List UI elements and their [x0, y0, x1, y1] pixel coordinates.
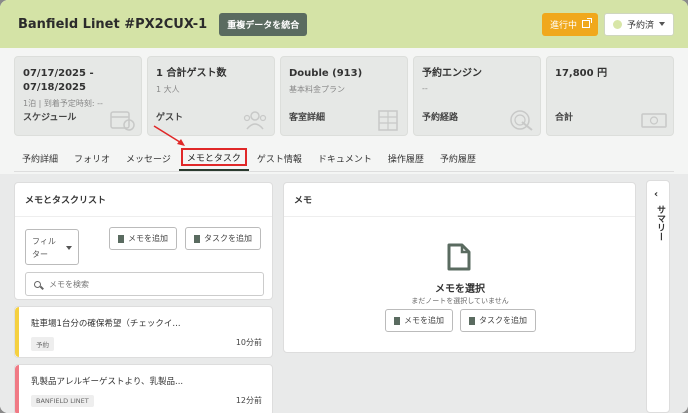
- card-label: 客室詳細: [289, 113, 326, 123]
- add-task-button[interactable]: タスクを追加: [460, 309, 536, 332]
- tab-activity-log[interactable]: 操作履歴: [380, 146, 432, 171]
- merge-duplicates-button[interactable]: 重複データを統合: [219, 12, 308, 36]
- summary-card-schedule[interactable]: 07/17/2025 - 07/18/2025 1泊 | 到着予定時刻: -- …: [14, 56, 142, 136]
- card-main: 17,800 円: [555, 68, 608, 79]
- summary-card-room[interactable]: Double (913) 基本料金プラン 客室詳細: [280, 56, 408, 136]
- calendar-icon: [110, 111, 135, 131]
- card-main: 予約エンジン: [422, 68, 482, 79]
- card-label: 予約経路: [422, 113, 459, 123]
- task-icon: [194, 234, 200, 243]
- in-progress-button[interactable]: 進行中: [541, 12, 598, 36]
- note-tag: 予約: [31, 337, 54, 351]
- note-time: 12分前: [235, 396, 262, 405]
- tab-reservation-history[interactable]: 予約履歴: [432, 146, 484, 171]
- note-tag: BANFIELD LINET: [31, 395, 94, 407]
- tab-messages[interactable]: メッセージ: [118, 146, 179, 171]
- chevron-down-icon: [66, 246, 72, 250]
- chevron-left-icon: ‹: [654, 189, 659, 200]
- empty-state-title: メモを選択: [435, 284, 485, 295]
- reservation-header: Banfield Linet #PX2CUX-1 重複データを統合 進行中 予約…: [0, 0, 688, 48]
- room-icon: [378, 110, 398, 131]
- card-sub: 基本料金プラン: [289, 85, 345, 94]
- in-progress-label: 進行中: [549, 20, 577, 31]
- reservation-window: Banfield Linet #PX2CUX-1 重複データを統合 進行中 予約…: [0, 0, 688, 413]
- search-icon: [34, 280, 41, 288]
- reservation-state-select[interactable]: 予約済: [603, 12, 674, 36]
- panel-title: メモとタスクリスト: [15, 183, 272, 217]
- tab-documents[interactable]: ドキュメント: [310, 146, 380, 171]
- add-note-label: メモを追加: [128, 234, 168, 243]
- tab-reservation-details[interactable]: 予約詳細: [14, 146, 66, 171]
- notes-task-list-panel: メモとタスクリスト フィル ター メモを追加 タスクを追加: [14, 182, 273, 300]
- card-main: 1 合計ゲスト数: [156, 68, 227, 79]
- note-list-item[interactable]: 乳製品アレルギーゲストより、乳製品... BANFIELD LINET 12分前: [14, 364, 273, 413]
- panel-title: メモ: [284, 183, 635, 217]
- tab-guest-info[interactable]: ゲスト情報: [249, 146, 310, 171]
- card-main: 07/17/2025 - 07/18/2025: [23, 68, 94, 93]
- card-sub: 1 大人: [156, 85, 180, 94]
- note-time: 10分前: [235, 338, 262, 347]
- note-search-input[interactable]: [49, 279, 229, 289]
- external-link-icon: [581, 18, 592, 28]
- note-title: 乳製品アレルギーゲストより、乳製品...: [31, 377, 184, 387]
- note-title: 駐車場1台分の確保希望（チェックイ...: [31, 319, 181, 329]
- note-color-bar: [15, 307, 19, 357]
- summary-label: サマリー: [655, 205, 665, 241]
- chevron-down-icon: [659, 22, 665, 26]
- card-sub: --: [422, 84, 428, 93]
- summary-side-tab[interactable]: ‹ サマリー: [646, 180, 670, 413]
- summary-card-total[interactable]: 17,800 円 合計: [546, 56, 674, 136]
- card-sub: 1泊 | 到着予定時刻: --: [23, 99, 103, 108]
- reservation-title: Banfield Linet #PX2CUX-1: [18, 16, 208, 32]
- note-search-field[interactable]: [25, 272, 264, 296]
- card-main: Double (913): [289, 68, 363, 79]
- card-label: スケジュール: [23, 113, 77, 123]
- summary-cards: 07/17/2025 - 07/18/2025 1泊 | 到着予定時刻: -- …: [14, 56, 674, 136]
- add-task-label: タスクを追加: [479, 316, 527, 325]
- summary-card-channel[interactable]: 予約エンジン -- 予約経路: [413, 56, 541, 136]
- cursor-icon: [510, 110, 533, 131]
- filter-dropdown[interactable]: フィル ター: [25, 229, 79, 265]
- add-task-label: タスクを追加: [204, 234, 252, 243]
- note-icon: [118, 234, 124, 243]
- note-detail-panel: メモ メモを選択 まだノートを選択していません メモを追加 タスクを追加: [283, 182, 636, 353]
- filter-label: フィル ター: [32, 237, 56, 259]
- guests-icon: [243, 111, 267, 130]
- tab-notes-tasks[interactable]: メモとタスク: [178, 146, 249, 171]
- add-note-button[interactable]: メモを追加: [385, 309, 453, 332]
- money-icon: [641, 113, 667, 128]
- reservation-state-label: 予約済: [626, 20, 654, 31]
- add-task-button[interactable]: タスクを追加: [185, 227, 261, 250]
- empty-state-subtitle: まだノートを選択していません: [411, 297, 509, 305]
- card-label: 合計: [555, 113, 574, 123]
- document-icon: [447, 243, 471, 271]
- status-dot-icon: [612, 19, 622, 29]
- note-list-item[interactable]: 駐車場1台分の確保希望（チェックイ... 予約 10分前: [14, 306, 273, 358]
- note-color-bar: [15, 365, 19, 413]
- add-note-label: メモを追加: [404, 316, 444, 325]
- tab-folio[interactable]: フォリオ: [66, 146, 118, 171]
- note-icon: [394, 316, 400, 325]
- task-icon: [469, 316, 475, 325]
- add-note-button[interactable]: メモを追加: [109, 227, 177, 250]
- reservation-tabs: 予約詳細 フォリオ メッセージ メモとタスク ゲスト情報 ドキュメント 操作履歴…: [14, 146, 674, 172]
